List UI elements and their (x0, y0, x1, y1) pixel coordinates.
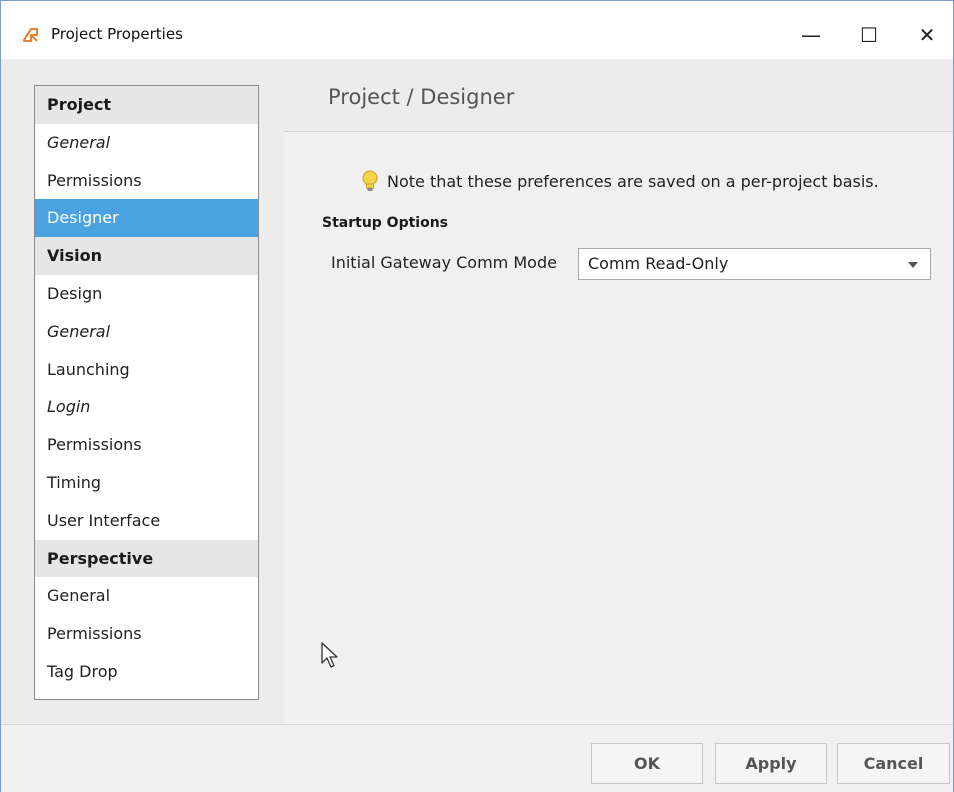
lightbulb-icon (362, 170, 378, 191)
sidebar-item-tag-drop[interactable]: Tag Drop (35, 653, 258, 691)
sidebar-nav: Project General Permissions Designer Vision D… (34, 85, 259, 700)
cancel-button[interactable]: Cancel (837, 743, 950, 784)
chevron-down-icon (908, 262, 918, 268)
sidebar-item-permissions[interactable]: Permissions (35, 615, 258, 653)
comm-mode-value: Comm Read-Only (588, 254, 729, 273)
sidebar-item-login[interactable]: Login (35, 388, 258, 426)
dialog-footer: OK Apply Cancel (1, 724, 953, 792)
content-pane: Project / Designer Note that these prefe… (284, 59, 953, 724)
app-icon (23, 28, 38, 42)
sidebar-item-general[interactable]: General (35, 124, 258, 162)
nav-section-project: Project (35, 86, 258, 124)
sidebar-item-designer[interactable]: Designer (35, 199, 258, 238)
sidebar-item-design[interactable]: Design (35, 275, 258, 313)
ok-button[interactable]: OK (591, 743, 703, 784)
sidebar-item-permissions[interactable]: Permissions (35, 162, 258, 200)
startup-options-label: Startup Options (322, 215, 449, 231)
sidebar-item-general[interactable]: General (35, 577, 258, 615)
nav-section-perspective: Perspective (35, 539, 258, 578)
content-header: Project / Designer (284, 59, 953, 132)
sidebar-item-user-interface[interactable]: User Interface (35, 502, 258, 540)
comm-mode-label: Initial Gateway Comm Mode (331, 253, 557, 272)
sidebar-item-permissions[interactable]: Permissions (35, 426, 258, 464)
preferences-note: Note that these preferences are saved on… (359, 169, 879, 193)
close-icon: ✕ (918, 23, 936, 47)
close-button[interactable]: ✕ (904, 15, 950, 55)
sidebar-item-timing[interactable]: Timing (35, 464, 258, 502)
comm-mode-select[interactable]: Comm Read-Only (578, 248, 931, 280)
apply-button[interactable]: Apply (715, 743, 827, 784)
minimize-icon: — (801, 23, 821, 47)
minimize-button[interactable]: — (788, 15, 834, 55)
page-title: Project / Designer (328, 85, 515, 109)
nav-section-vision: Vision (35, 237, 258, 275)
sidebar-item-launching[interactable]: Launching (35, 351, 258, 389)
note-text: Note that these preferences are saved on… (387, 171, 879, 191)
window-title: Project Properties (51, 25, 183, 43)
title-bar[interactable]: Project Properties — ☐ ✕ (1, 1, 953, 59)
project-properties-window: Project Properties — ☐ ✕ Project General P… (0, 0, 954, 792)
maximize-icon: ☐ (860, 23, 878, 47)
mouse-pointer-icon (321, 642, 338, 668)
sidebar-item-general[interactable]: General (35, 313, 258, 351)
maximize-button[interactable]: ☐ (846, 15, 892, 55)
